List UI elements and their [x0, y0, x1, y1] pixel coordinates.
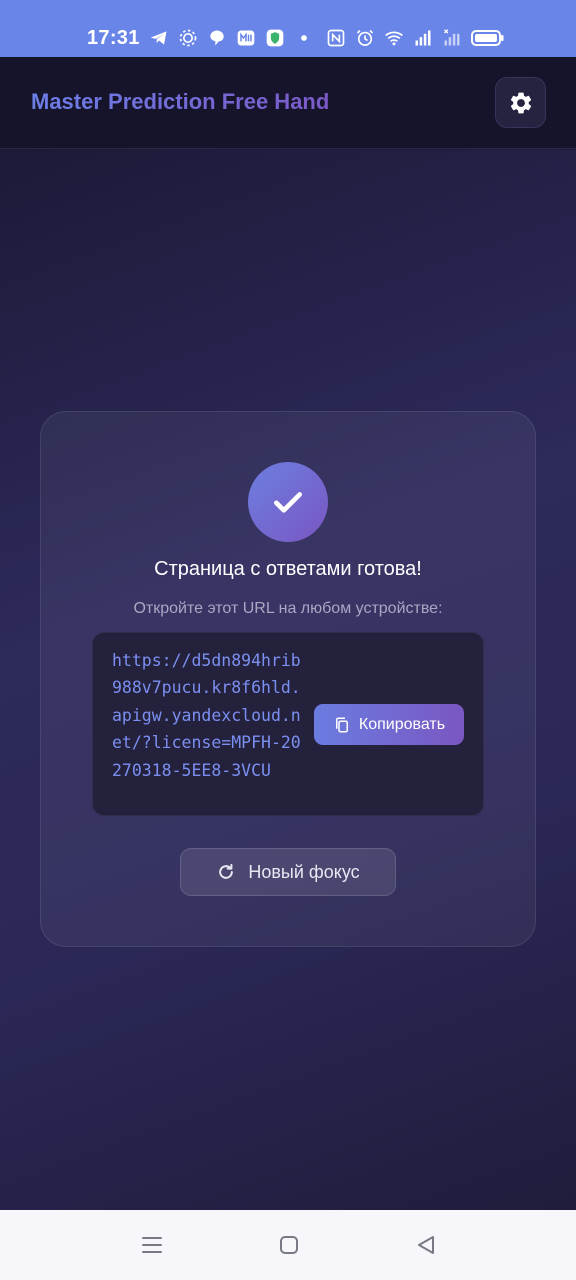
ready-title: Страница с ответами готова! [154, 558, 422, 580]
menu-button[interactable] [139, 1232, 165, 1258]
back-triangle-icon [414, 1233, 438, 1257]
signal-x-icon [442, 28, 462, 48]
home-square-icon [277, 1233, 301, 1257]
signal-icon [413, 28, 433, 48]
app-m-icon [236, 28, 256, 48]
new-focus-button[interactable]: Новый фокус [180, 848, 396, 896]
assistant-icon [207, 28, 227, 48]
status-left-icons [149, 28, 314, 48]
wifi-icon [384, 28, 404, 48]
gear-icon [508, 90, 534, 116]
settings-button[interactable] [495, 77, 546, 128]
nfc-icon [326, 28, 346, 48]
checkmark-icon [268, 482, 308, 522]
status-bar: 17:31 [0, 0, 576, 57]
alarm-icon [355, 28, 375, 48]
status-right-icons [326, 28, 505, 48]
copy-button[interactable]: Копировать [314, 704, 464, 745]
app-title: Master Prediction Free Hand [31, 89, 330, 114]
copy-icon [333, 716, 351, 734]
shield-icon [265, 28, 285, 48]
success-badge [248, 462, 328, 542]
ready-subtitle: Откройте этот URL на любом устройстве: [133, 600, 443, 617]
status-time: 17:31 [87, 27, 140, 49]
battery-icon [471, 28, 505, 48]
telegram-icon [149, 28, 169, 48]
back-button[interactable] [413, 1232, 439, 1258]
new-focus-label: Новый фокус [248, 861, 360, 882]
url-text[interactable]: https://d5dn894hrib988v7pucu.kr8f6hld.ap… [112, 647, 302, 784]
copy-button-label: Копировать [358, 715, 446, 733]
sun-settings-icon [178, 28, 198, 48]
menu-icon [140, 1233, 164, 1257]
home-button[interactable] [276, 1232, 302, 1258]
refresh-icon [216, 862, 236, 882]
dot-icon [294, 28, 314, 48]
